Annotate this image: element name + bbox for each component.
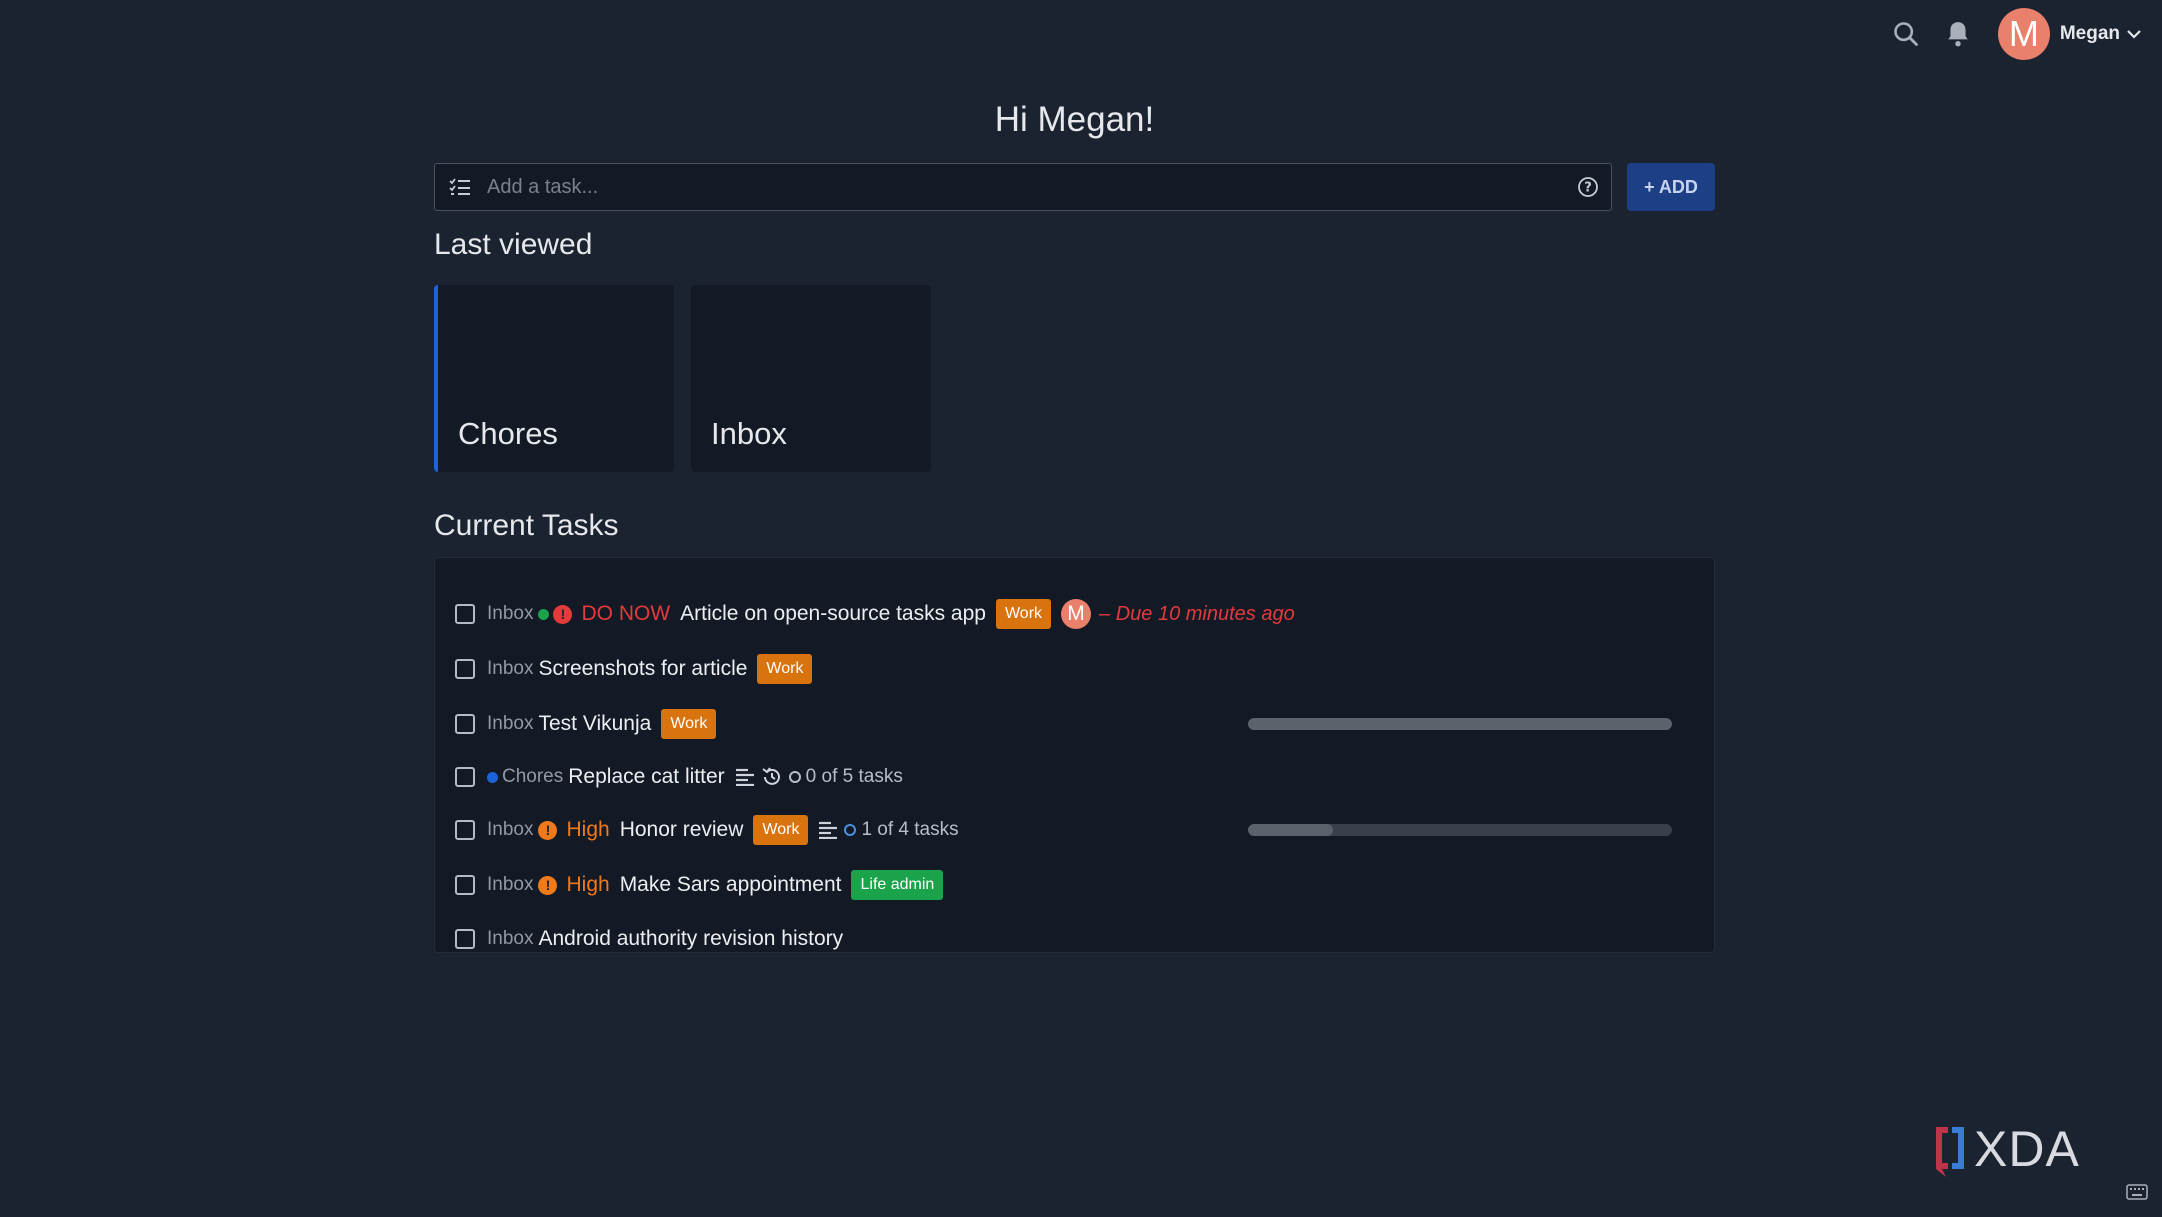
svg-text:?: ? [1584,181,1592,196]
task-due-date: – Due 10 minutes ago [1099,602,1295,625]
task-title[interactable]: Replace cat litter [568,765,724,789]
subtask-count-text: 1 of 4 tasks [861,819,959,840]
task-progress-bar [1248,718,1672,730]
add-task-field[interactable]: ? [434,163,1612,211]
task-row[interactable]: Inbox Test Vikunja Work [455,704,1714,744]
task-title[interactable]: Android authority revision history [538,927,843,951]
task-priority: High [566,818,610,841]
progress-fill [1248,824,1333,836]
search-icon [1894,22,1918,46]
project-card-title: Chores [458,416,558,451]
subtask-count: 0 of 5 tasks [788,766,903,788]
progress-fill [1248,718,1672,730]
add-task-button[interactable]: + ADD [1627,163,1715,211]
task-project[interactable]: Inbox [487,658,533,680]
task-project[interactable]: Inbox [487,819,533,841]
task-project[interactable]: Inbox [487,713,533,735]
task-title[interactable]: Honor review [620,818,744,842]
user-name[interactable]: Megan [2060,23,2120,45]
task-checkbox[interactable] [455,929,475,949]
task-label: Life admin [851,870,944,900]
task-checkbox[interactable] [455,767,475,787]
subtask-circle-icon [844,824,857,836]
repeat-history-icon [761,766,783,788]
project-color-dot [538,608,550,620]
help-icon[interactable]: ? [1565,176,1611,198]
assignee-avatar: M [1061,599,1092,629]
subtask-count: 1 of 4 tasks [844,819,959,841]
task-list-icon [435,177,485,197]
priority-alert-icon: ! [553,604,573,624]
task-row[interactable]: Inbox Android authority revision history [455,919,1714,959]
xda-watermark-logo: XDA [1930,1121,2130,1181]
task-row[interactable]: Inbox ! High Honor review Work 1 of 4 ta… [455,810,1714,850]
task-progress-bar [1248,824,1672,836]
task-title[interactable]: Make Sars appointment [620,873,842,897]
task-label: Work [753,815,809,845]
task-checkbox[interactable] [455,714,475,734]
task-project[interactable]: Chores [502,766,563,788]
keyboard-icon[interactable] [2126,1184,2148,1205]
project-card-inbox[interactable]: Inbox [691,285,931,472]
search-button[interactable] [1880,8,1932,60]
task-row[interactable]: Inbox ! High Make Sars appointment Life … [455,865,1714,905]
task-title[interactable]: Article on open-source tasks app [680,602,986,626]
top-bar: M Megan [1880,0,2162,68]
description-icon [735,768,755,786]
current-tasks-heading: Current Tasks [434,509,619,542]
project-card-title: Inbox [711,416,787,451]
task-checkbox[interactable] [455,875,475,895]
add-task-input[interactable] [485,174,1565,200]
notifications-button[interactable] [1932,8,1984,60]
project-card-chores[interactable]: Chores [434,285,674,472]
task-label: Work [995,599,1052,629]
task-checkbox[interactable] [455,659,475,679]
last-viewed-cards: Chores Inbox [434,285,931,472]
task-label: Work [661,709,717,739]
bell-icon [1948,22,1968,47]
task-priority: DO NOW [581,602,671,625]
user-avatar[interactable]: M [1997,8,2050,60]
priority-alert-icon: ! [538,875,558,895]
chevron-down-icon[interactable] [2126,28,2142,40]
add-task-row: ? + ADD [434,163,1715,211]
description-icon [818,821,838,839]
task-row[interactable]: Inbox ! DO NOW Article on open-source ta… [455,594,1714,634]
task-title[interactable]: Screenshots for article [538,657,747,681]
watermark-text: XDA [1974,1121,2080,1177]
task-project[interactable]: Inbox [487,928,533,950]
current-tasks-list: Inbox ! DO NOW Article on open-source ta… [434,557,1715,953]
task-project[interactable]: Inbox [487,603,533,625]
task-checkbox[interactable] [455,820,475,840]
task-row[interactable]: Chores Replace cat litter 0 of 5 tasks [455,757,1714,797]
task-title[interactable]: Test Vikunja [538,712,651,736]
task-checkbox[interactable] [455,604,475,624]
task-label: Work [757,654,813,684]
task-project[interactable]: Inbox [487,874,533,896]
page-title: Hi Megan! [994,100,1155,139]
subtask-count-text: 0 of 5 tasks [805,766,903,787]
priority-alert-icon: ! [538,820,558,840]
project-color-dot [487,771,498,783]
task-row[interactable]: Inbox Screenshots for article Work [455,649,1714,689]
task-priority: High [566,873,610,896]
subtask-circle-icon [788,771,801,783]
last-viewed-heading: Last viewed [434,228,593,261]
